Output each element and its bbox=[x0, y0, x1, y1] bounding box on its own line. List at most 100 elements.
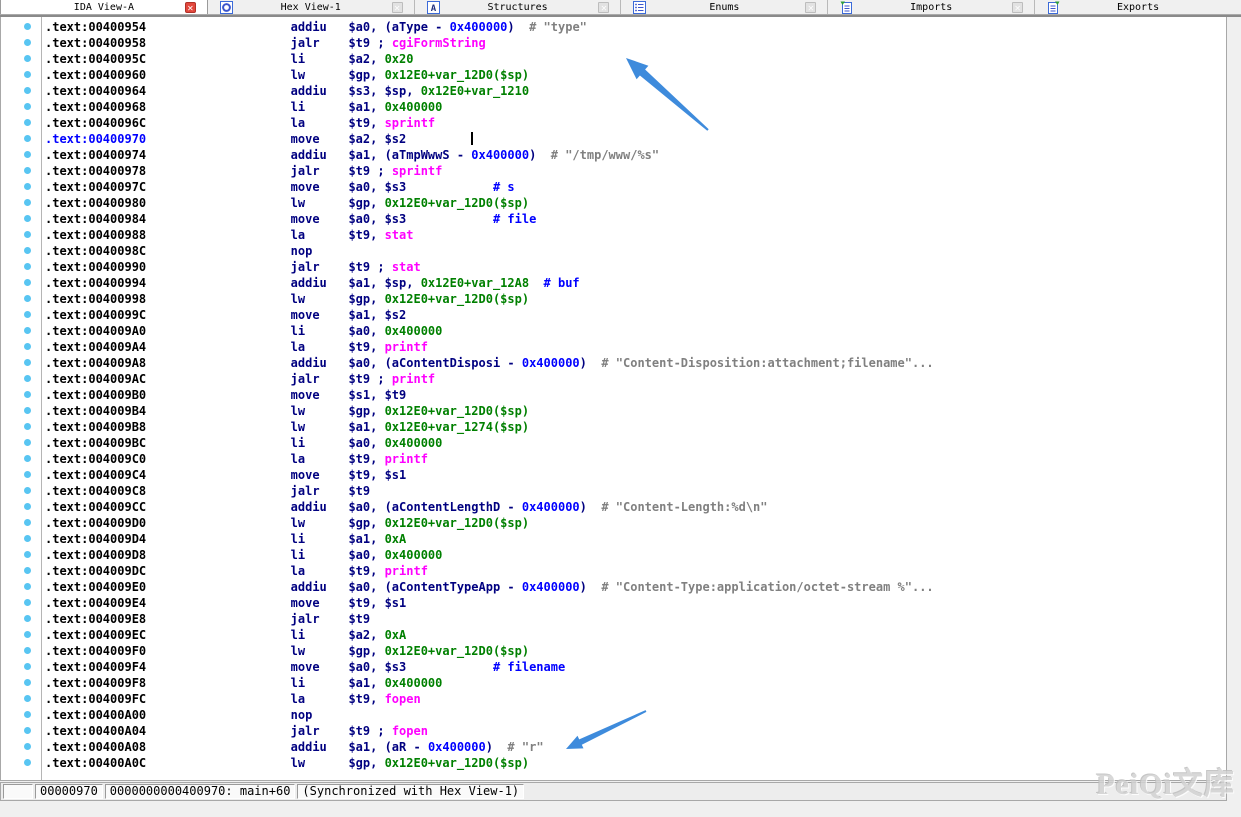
asm-operand-segment: # "type" bbox=[515, 20, 587, 34]
tab-enums[interactable]: Enums ✕ bbox=[621, 0, 828, 14]
asm-line[interactable]: .text:00400990 jalr $t9 ; stat bbox=[1, 259, 1226, 275]
asm-operand-segment: $t9 bbox=[348, 484, 370, 498]
asm-operand-segment: cgiFormString bbox=[392, 36, 486, 50]
asm-line[interactable]: .text:004009F4 move $a0, $s3 # filename bbox=[1, 659, 1226, 675]
asm-line[interactable]: .text:0040099C move $a1, $s2 bbox=[1, 307, 1226, 323]
asm-line[interactable]: .text:0040095C li $a2, 0x20 bbox=[1, 51, 1226, 67]
asm-line[interactable]: .text:00400998 lw $gp, 0x12E0+var_12D0($… bbox=[1, 291, 1226, 307]
close-icon[interactable]: ✕ bbox=[1012, 2, 1023, 13]
asm-line[interactable]: .text:004009A8 addiu $a0, (aContentDispo… bbox=[1, 355, 1226, 371]
asm-line[interactable]: .text:00400A08 addiu $a1, (aR - 0x400000… bbox=[1, 739, 1226, 755]
close-icon[interactable]: ✕ bbox=[805, 2, 816, 13]
asm-line[interactable]: .text:004009F8 li $a1, 0x400000 bbox=[1, 675, 1226, 691]
asm-address: .text:00400958 bbox=[45, 36, 146, 50]
asm-line[interactable]: .text:0040096C la $t9, sprintf bbox=[1, 115, 1226, 131]
asm-line[interactable]: .text:004009F0 lw $gp, 0x12E0+var_12D0($… bbox=[1, 643, 1226, 659]
asm-line[interactable]: .text:00400994 addiu $a1, $sp, 0x12E0+va… bbox=[1, 275, 1226, 291]
asm-line[interactable]: .text:004009E8 jalr $t9 bbox=[1, 611, 1226, 627]
asm-operand-segment: # buf bbox=[529, 276, 580, 290]
asm-text: .text:00400974 addiu $a1, (aTmpWwwS - 0x… bbox=[45, 147, 659, 163]
asm-line[interactable]: .text:004009B4 lw $gp, 0x12E0+var_12D0($… bbox=[1, 403, 1226, 419]
tab-ida-view-a[interactable]: IDA View-A ✕ bbox=[0, 0, 208, 14]
nav-dot bbox=[24, 247, 31, 254]
asm-operand-segment: 0x12E0+var_12D0($sp) bbox=[385, 68, 530, 82]
asm-line[interactable]: .text:004009B0 move $s1, $t9 bbox=[1, 387, 1226, 403]
asm-line[interactable]: .text:004009D0 lw $gp, 0x12E0+var_12D0($… bbox=[1, 515, 1226, 531]
nav-dot bbox=[24, 279, 31, 286]
asm-operand-segment: $t9, bbox=[348, 452, 384, 466]
asm-line[interactable]: .text:004009B8 lw $a1, 0x12E0+var_1274($… bbox=[1, 419, 1226, 435]
nav-dot bbox=[24, 39, 31, 46]
asm-line[interactable]: .text:00400974 addiu $a1, (aTmpWwwS - 0x… bbox=[1, 147, 1226, 163]
asm-operand-segment: $gp, bbox=[348, 292, 384, 306]
asm-operand-segment: $s3, $sp, bbox=[348, 84, 420, 98]
asm-line[interactable]: .text:004009E4 move $t9, $s1 bbox=[1, 595, 1226, 611]
close-icon[interactable]: ✕ bbox=[598, 2, 609, 13]
asm-line[interactable]: .text:00400A04 jalr $t9 ; fopen bbox=[1, 723, 1226, 739]
asm-address: .text:00400998 bbox=[45, 292, 146, 306]
mnemonic: la bbox=[291, 116, 349, 130]
asm-line[interactable]: .text:004009A0 li $a0, 0x400000 bbox=[1, 323, 1226, 339]
close-icon[interactable]: ✕ bbox=[392, 2, 403, 13]
asm-operand-segment: 0x20 bbox=[385, 52, 414, 66]
tab-hex-view-1[interactable]: Hex View-1 ✕ bbox=[208, 0, 415, 14]
asm-line[interactable]: .text:004009BC li $a0, 0x400000 bbox=[1, 435, 1226, 451]
asm-operand-segment: $gp, bbox=[348, 196, 384, 210]
asm-line[interactable]: .text:00400A0C lw $gp, 0x12E0+var_12D0($… bbox=[1, 755, 1226, 771]
asm-line[interactable]: .text:004009FC la $t9, fopen bbox=[1, 691, 1226, 707]
asm-line[interactable]: .text:004009D8 li $a0, 0x400000 bbox=[1, 547, 1226, 563]
asm-operand-segment: 0x12E0+var_1274($sp) bbox=[385, 420, 530, 434]
asm-line[interactable]: .text:00400A00 nop bbox=[1, 707, 1226, 723]
nav-dot bbox=[24, 695, 31, 702]
tab-structures[interactable]: A Structures ✕ bbox=[415, 0, 622, 14]
asm-line[interactable]: .text:00400988 la $t9, stat bbox=[1, 227, 1226, 243]
asm-line[interactable]: .text:004009EC li $a2, 0xA bbox=[1, 627, 1226, 643]
asm-line[interactable]: .text:00400954 addiu $a0, (aType - 0x400… bbox=[1, 19, 1226, 35]
asm-text: .text:00400990 jalr $t9 ; stat bbox=[45, 259, 421, 275]
asm-address: .text:004009AC bbox=[45, 372, 146, 386]
nav-dot bbox=[24, 343, 31, 350]
tab-imports[interactable]: Imports ✕ bbox=[828, 0, 1035, 14]
asm-line[interactable]: .text:004009C4 move $t9, $s1 bbox=[1, 467, 1226, 483]
nav-dot bbox=[24, 375, 31, 382]
asm-line[interactable]: .text:0040098C nop bbox=[1, 243, 1226, 259]
asm-address: .text:004009F0 bbox=[45, 644, 146, 658]
tab-exports[interactable]: Exports bbox=[1035, 0, 1241, 14]
asm-operand-segment: $a1, $sp, bbox=[348, 276, 420, 290]
asm-line[interactable]: .text:00400984 move $a0, $s3 # file bbox=[1, 211, 1226, 227]
asm-line[interactable]: .text:00400970 move $a2, $s2 bbox=[1, 131, 1226, 147]
asm-line[interactable]: .text:00400968 li $a1, 0x400000 bbox=[1, 99, 1226, 115]
asm-line[interactable]: .text:004009E0 addiu $a0, (aContentTypeA… bbox=[1, 579, 1226, 595]
asm-line[interactable]: .text:00400978 jalr $t9 ; sprintf bbox=[1, 163, 1226, 179]
asm-operand-segment: 0x400000 bbox=[428, 740, 486, 754]
asm-text: .text:004009B4 lw $gp, 0x12E0+var_12D0($… bbox=[45, 403, 529, 419]
asm-line[interactable]: .text:00400964 addiu $s3, $sp, 0x12E0+va… bbox=[1, 83, 1226, 99]
close-icon[interactable]: ✕ bbox=[185, 2, 196, 13]
mnemonic: nop bbox=[291, 244, 349, 258]
asm-line[interactable]: .text:00400958 jalr $t9 ; cgiFormString bbox=[1, 35, 1226, 51]
mnemonic: addiu bbox=[291, 276, 349, 290]
asm-line[interactable]: .text:004009DC la $t9, printf bbox=[1, 563, 1226, 579]
asm-line[interactable]: .text:004009C8 jalr $t9 bbox=[1, 483, 1226, 499]
asm-line[interactable]: .text:00400960 lw $gp, 0x12E0+var_12D0($… bbox=[1, 67, 1226, 83]
asm-line[interactable]: .text:004009CC addiu $a0, (aContentLengt… bbox=[1, 499, 1226, 515]
nav-dot bbox=[24, 183, 31, 190]
status-address-function: 0000000000400970: main+60 bbox=[105, 784, 296, 799]
asm-line[interactable]: .text:004009A4 la $t9, printf bbox=[1, 339, 1226, 355]
nav-dot bbox=[24, 759, 31, 766]
asm-text: .text:00400994 addiu $a1, $sp, 0x12E0+va… bbox=[45, 275, 580, 291]
asm-address: .text:00400964 bbox=[45, 84, 146, 98]
asm-operand-segment: $a0, bbox=[348, 548, 384, 562]
asm-line[interactable]: .text:004009C0 la $t9, printf bbox=[1, 451, 1226, 467]
asm-operand-segment: sprintf bbox=[392, 164, 443, 178]
nav-dot bbox=[24, 439, 31, 446]
asm-operand-segment: $gp, bbox=[348, 644, 384, 658]
asm-operand-segment: 0x400000 bbox=[522, 356, 580, 370]
asm-address: .text:0040099C bbox=[45, 308, 146, 322]
asm-line[interactable]: .text:004009AC jalr $t9 ; printf bbox=[1, 371, 1226, 387]
disassembly-pane[interactable]: .text:00400954 addiu $a0, (aType - 0x400… bbox=[0, 17, 1227, 781]
asm-line[interactable]: .text:0040097C move $a0, $s3 # s bbox=[1, 179, 1226, 195]
mnemonic: li bbox=[291, 532, 349, 546]
asm-line[interactable]: .text:00400980 lw $gp, 0x12E0+var_12D0($… bbox=[1, 195, 1226, 211]
asm-line[interactable]: .text:004009D4 li $a1, 0xA bbox=[1, 531, 1226, 547]
